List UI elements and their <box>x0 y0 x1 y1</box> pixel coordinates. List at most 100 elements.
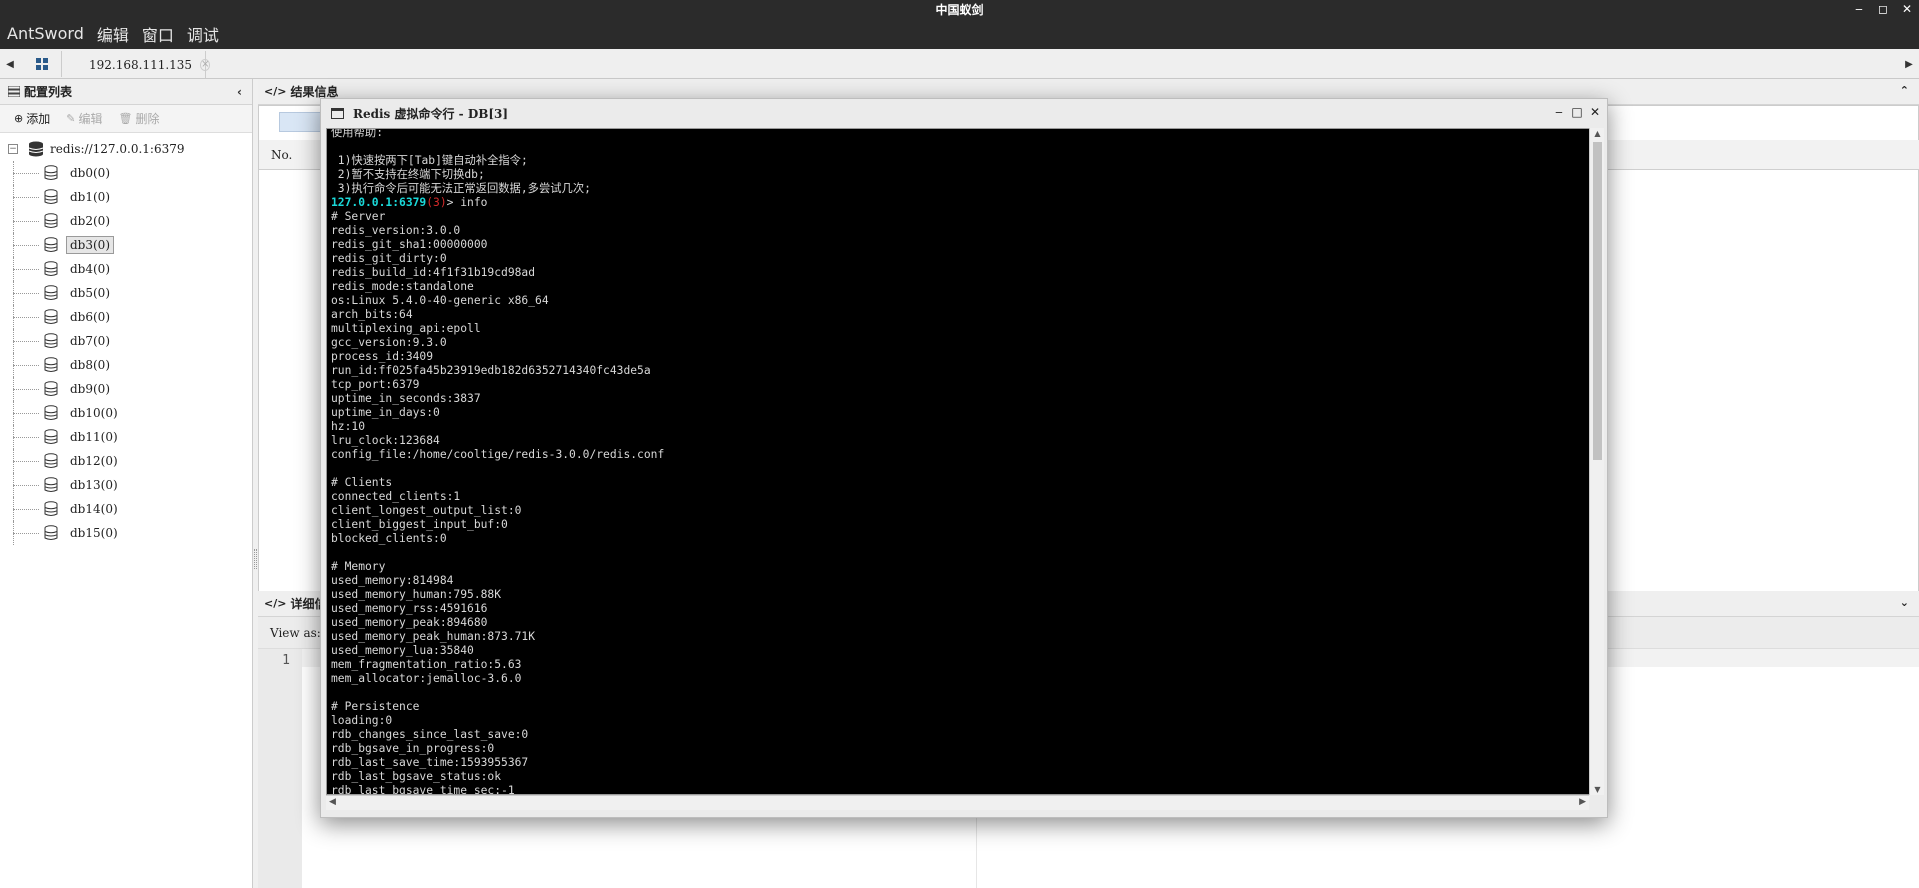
tree-item-db12[interactable]: db12(0) <box>0 449 252 473</box>
plus-circle-icon: ⊕ <box>14 112 24 125</box>
tree-item-label: db8(0) <box>70 358 110 372</box>
scroll-down-icon[interactable]: ▼ <box>1590 785 1605 794</box>
terminal-output-line: rdb_last_bgsave_status:ok <box>331 770 664 784</box>
tree-item-db15[interactable]: db15(0) <box>0 521 252 545</box>
dialog-close-icon[interactable]: ✕ <box>1589 105 1601 119</box>
output-line-text: rdb_bgsave_in_progress:0 <box>331 742 495 755</box>
tree-item-label: db7(0) <box>70 334 110 348</box>
menu-antsword[interactable]: AntSword <box>7 24 84 43</box>
database-icon <box>44 525 58 540</box>
output-line-text: rdb_last_save_time:1593955367 <box>331 756 529 769</box>
trash-icon: 🗑 <box>118 112 133 125</box>
terminal-output-line: # Persistence <box>331 700 664 714</box>
tree-root-redis[interactable]: − redis://127.0.0.1:6379 <box>0 137 252 161</box>
terminal-output-line: redis_git_dirty:0 <box>331 252 664 266</box>
output-line-text: rdb_last_bgsave_time_sec:-1 <box>331 784 515 795</box>
terminal-help-line: 1)快速按两下[Tab]键自动补全指令; <box>331 154 664 168</box>
menu-edit[interactable]: 编辑 <box>97 22 129 46</box>
output-line-text: hz:10 <box>331 420 366 433</box>
terminal-help-line <box>331 140 664 154</box>
output-line-text: client_longest_output_list:0 <box>331 504 522 517</box>
add-label: 添加 <box>26 112 51 126</box>
tree-item-db3[interactable]: db3(0) <box>0 233 252 257</box>
tab-close-icon[interactable]: × <box>200 58 211 71</box>
terminal-output-line: used_memory_lua:35840 <box>331 644 664 658</box>
tree-item-db2[interactable]: db2(0) <box>0 209 252 233</box>
output-line-text: client_biggest_input_buf:0 <box>331 518 508 531</box>
tab-scroll-right-icon[interactable]: ▶ <box>1899 49 1919 79</box>
menu-debug[interactable]: 调试 <box>187 22 219 46</box>
help-line-text: 使用帮助: <box>331 128 383 139</box>
output-line-text: redis_git_sha1:00000000 <box>331 238 488 251</box>
tree-item-db7[interactable]: db7(0) <box>0 329 252 353</box>
tree-item-label: db6(0) <box>70 310 110 324</box>
dialog-minimize-icon[interactable]: ‒ <box>1553 105 1565 119</box>
tree-item-label: db15(0) <box>70 526 118 540</box>
terminal-output-line: mem_fragmentation_ratio:5.63 <box>331 658 664 672</box>
minimize-icon[interactable]: ‒ <box>1853 2 1865 16</box>
terminal-output-line: used_memory_peak:894680 <box>331 616 664 630</box>
menu-bar: AntSword 编辑 窗口 调试 <box>0 18 1919 49</box>
tree-item-db8[interactable]: db8(0) <box>0 353 252 377</box>
tree-item-db1[interactable]: db1(0) <box>0 185 252 209</box>
maximize-icon[interactable]: ◻ <box>1877 2 1889 16</box>
tree-item-db6[interactable]: db6(0) <box>0 305 252 329</box>
horizontal-scrollbar[interactable]: ◀ ▶ <box>326 795 1589 810</box>
scroll-right-icon[interactable]: ▶ <box>1579 797 1586 807</box>
config-toolbar: ⊕ 添加 ✎ 编辑 🗑 删除 <box>0 105 252 133</box>
terminal-help-line: 2)暂不支持在终端下切换db; <box>331 168 664 182</box>
list-icon <box>8 86 20 97</box>
tree-item-label: db3(0) <box>66 236 114 254</box>
dialog-title-bar[interactable]: Redis 虚拟命令行 - DB[3] <box>321 99 1607 128</box>
window-icon <box>331 108 344 119</box>
terminal-output-line: redis_build_id:4f1f31b19cd98ad <box>331 266 664 280</box>
delete-button[interactable]: 🗑 删除 <box>118 110 159 127</box>
tree-item-db11[interactable]: db11(0) <box>0 425 252 449</box>
tab-scroll-left-icon[interactable]: ◀ <box>0 49 20 79</box>
scroll-up-icon[interactable]: ▲ <box>1590 129 1605 138</box>
dialog-maximize-icon[interactable]: □ <box>1571 105 1583 119</box>
delete-label: 删除 <box>135 112 160 126</box>
terminal-output-line: used_memory_human:795.88K <box>331 588 664 602</box>
database-icon <box>44 381 58 396</box>
edit-button[interactable]: ✎ 编辑 <box>66 110 102 127</box>
collapse-chevron-icon[interactable]: ⌃ <box>1900 84 1909 97</box>
tree-collapse-icon[interactable]: − <box>8 144 18 154</box>
collapse-icon[interactable]: ‹ <box>237 85 242 99</box>
output-line-text: redis_git_dirty:0 <box>331 252 447 265</box>
tree-item-db4[interactable]: db4(0) <box>0 257 252 281</box>
tree-item-db13[interactable]: db13(0) <box>0 473 252 497</box>
add-button[interactable]: ⊕ 添加 <box>14 110 50 127</box>
output-line-text: used_memory_human:795.88K <box>331 588 502 601</box>
tree-item-db5[interactable]: db5(0) <box>0 281 252 305</box>
output-line-text: used_memory_lua:35840 <box>331 644 474 657</box>
home-tab[interactable] <box>22 51 62 77</box>
terminal-output-line: tcp_port:6379 <box>331 378 664 392</box>
database-icon <box>44 357 58 372</box>
menu-window[interactable]: 窗口 <box>142 22 174 46</box>
database-icon <box>44 453 58 468</box>
tree-item-db14[interactable]: db14(0) <box>0 497 252 521</box>
tab-shell[interactable]: 192.168.111.135 × <box>70 51 211 78</box>
tree-item-db0[interactable]: db0(0) <box>0 161 252 185</box>
terminal-output-line: # Server <box>331 210 664 224</box>
terminal-output[interactable]: 使用帮助: 1)快速按两下[Tab]键自动补全指令; 2)暂不支持在终端下切换d… <box>326 128 1598 795</box>
terminal-output-line: redis_git_sha1:00000000 <box>331 238 664 252</box>
database-icon <box>44 501 58 516</box>
close-icon[interactable]: ✕ <box>1901 2 1913 16</box>
tab-strip: ◀ 192.168.111.135 × ▶ <box>0 49 1919 79</box>
prompt-command: > info <box>446 196 488 209</box>
terminal-output-line: os:Linux 5.4.0-40-generic x86_64 <box>331 294 664 308</box>
vertical-scrollbar[interactable]: ▲ ▼ <box>1589 128 1604 795</box>
panel-splitter[interactable] <box>254 549 257 569</box>
expand-chevron-icon[interactable]: ⌄ <box>1900 596 1909 609</box>
terminal-output-line: used_memory_peak_human:873.71K <box>331 630 664 644</box>
view-as-label: View as: <box>270 625 321 640</box>
database-icon <box>28 141 44 157</box>
tree-item-db10[interactable]: db10(0) <box>0 401 252 425</box>
tree-item-db9[interactable]: db9(0) <box>0 377 252 401</box>
scroll-thumb[interactable] <box>1593 142 1602 460</box>
scroll-left-icon[interactable]: ◀ <box>329 797 336 807</box>
config-list-header: 配置列表 ‹ <box>0 79 252 105</box>
